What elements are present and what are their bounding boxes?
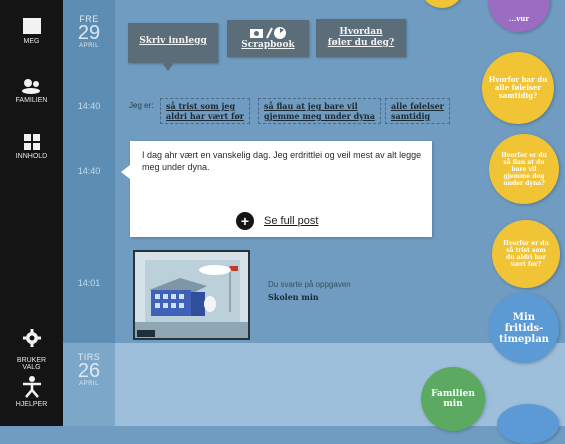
my-family-bubble[interactable]: Familien min [421,367,485,431]
scrapbook-label: Scrapbook [241,40,295,50]
camera-pencil-icon [250,27,286,39]
timeline-area-next-day [115,343,565,426]
person-icon [22,376,41,398]
mood-option-line: aldri har vært før [166,111,244,121]
family-icon [21,79,40,94]
school-illustration-icon [135,252,248,338]
mood-option-sad[interactable]: så trist som jeg aldri har vært før [160,98,250,124]
sidebar-item-brukervalg[interactable]: BRUKER VALG [0,322,63,371]
bubble-label: Hvorfor er du så flau at du bare vil gjemme… [501,151,547,187]
mood-option-line: så trist som jeg [166,101,236,111]
mood-option-embarrassed[interactable]: så flau at jeg bare vil gjemme meg under… [258,98,381,124]
post-card-pointer [121,165,130,179]
school-drawing-thumbnail[interactable] [133,250,250,340]
question-bubble-all-feelings[interactable]: Hvorfor har du alle følelser samtidig? [482,52,554,124]
day-header: TIRS 26 APRIL [63,352,115,387]
speech-tail [162,63,174,71]
time-label: 14:40 [77,101,101,111]
how-feel-label-2: føler du deg? [327,38,395,48]
sidebar: MEG FAMILIEN INNHOLD BRUKER VALG HJELPER [0,0,63,426]
gear-icon [22,329,41,347]
sidebar-item-hjelper[interactable]: HJELPER [0,376,63,408]
square-icon [22,18,41,34]
see-full-post-label: Se full post [264,215,319,227]
time-label: 14:40 [77,166,101,176]
question-bubble-sad[interactable]: Hvorfor er du så trist som du aldri har vær… [492,220,560,288]
how-do-you-feel-button[interactable]: Hvordan føler du deg? [316,19,406,57]
day-header: FRE 29 APRIL [63,14,115,49]
mood-option-line: samtidig [391,111,431,121]
day-month: APRIL [79,381,99,387]
sidebar-item-label: INNHOLD [15,153,48,160]
bubble-blue-bottom[interactable] [497,404,559,444]
sidebar-item-meg[interactable]: MEG [0,17,63,45]
mood-prefix: Jeg er: [129,101,154,110]
bubble-label: Familien min [431,389,475,409]
time-label: 14:01 [77,278,101,288]
sidebar-item-label: BRUKER VALG [16,357,47,371]
write-post-label: Skriv innlegg [139,36,207,46]
sidebar-item-familien[interactable]: FAMILIEN [0,78,63,104]
see-full-post-link[interactable]: + Se full post [236,212,318,230]
scrapbook-button[interactable]: Scrapbook [227,20,309,57]
write-post-button[interactable]: Skriv innlegg [128,23,218,71]
mood-option-line: alle følelser [391,101,444,111]
bubble-label: Hvorfor har du alle følelser samtidig? [488,75,548,100]
bubble-label: Hvorfor er du så trist som du aldri har vær… [503,240,549,268]
plus-icon: + [236,212,254,230]
post-text: I dag ahr vært en vanskelig dag. Jeg erd… [142,150,422,172]
mood-option-line: så flau at jeg bare vil [264,101,358,111]
sidebar-item-label: MEG [23,38,40,45]
day-month: APRIL [79,43,99,49]
how-feel-label-1: Hvordan [339,27,383,37]
task-intro: Du svarte på oppgaven [268,280,351,289]
sidebar-item-label: FAMILIEN [15,97,48,104]
mood-option-line: gjemme meg under dyna [264,111,375,121]
my-leisure-schedule-bubble[interactable]: Min fritids-timeplan [489,293,559,363]
task-title[interactable]: Skolen min [268,292,351,302]
post-card: I dag ahr vært en vanskelig dag. Jeg erd… [121,141,432,237]
sidebar-item-label: HJELPER [15,401,48,408]
bubble-label: Min fritids-timeplan [499,311,549,345]
bubble-label: ...vur [508,13,530,23]
mood-option-all[interactable]: alle følelser samtidig [385,98,450,124]
task-reply: Du svarte på oppgaven Skolen min [268,280,351,302]
question-bubble-embarrassed[interactable]: Hvorfor er du så flau at du bare vil gjemme… [489,134,559,204]
day-date: 29 [77,22,101,44]
grid-icon [23,134,40,150]
day-date: 26 [77,360,101,382]
sidebar-item-innhold[interactable]: INNHOLD [0,134,63,160]
